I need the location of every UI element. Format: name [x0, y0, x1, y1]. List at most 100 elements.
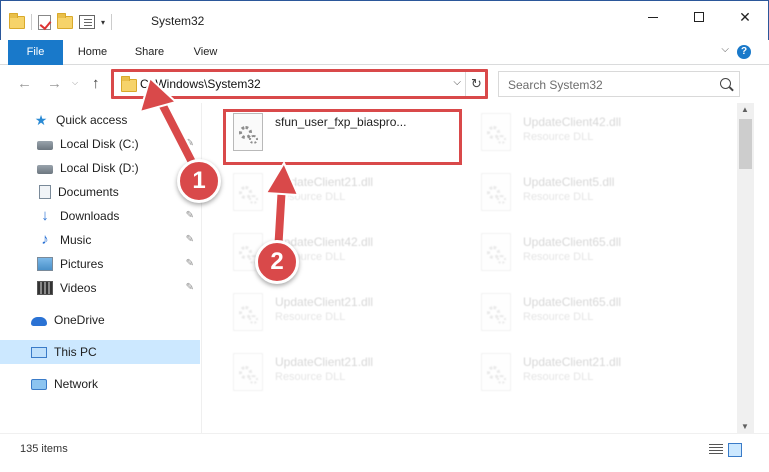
pictures-icon — [37, 257, 53, 271]
step-badge-1: 1 — [177, 159, 221, 203]
file-item[interactable]: UpdateClient42.dll Resource DLL — [473, 109, 713, 159]
help-icon[interactable]: ? — [737, 45, 751, 59]
file-item[interactable]: UpdateClient21.dll Resource DLL — [225, 289, 465, 339]
large-icons-view-icon[interactable] — [728, 443, 742, 457]
properties-icon[interactable] — [79, 15, 95, 29]
videos-icon — [37, 281, 53, 295]
address-dropdown-icon[interactable]: ⌵ — [453, 77, 461, 88]
sidebar-item-label: Quick access — [56, 113, 128, 127]
toolbar-separator — [31, 14, 32, 30]
forward-arrow-icon[interactable]: → — [47, 75, 62, 92]
file-type: Resource DLL — [523, 311, 594, 323]
music-icon: ♪ — [41, 231, 49, 248]
file-item[interactable]: UpdateClient5.dll Resource DLL — [473, 169, 713, 219]
star-icon: ★ — [34, 112, 48, 128]
file-name: UpdateClient65.dll — [523, 235, 622, 249]
vertical-scrollbar[interactable]: ▲ ▼ — [737, 103, 754, 433]
sidebar-item-label: Documents — [58, 185, 119, 199]
expand-ribbon-icon[interactable]: ⌵ — [721, 44, 729, 55]
file-name: UpdateClient21.dll — [275, 295, 374, 309]
address-path[interactable]: C:\Windows\System32 — [140, 77, 261, 91]
sidebar-item-label: Local Disk (D:) — [60, 161, 139, 175]
documents-icon — [39, 185, 51, 199]
toolbar-separator — [111, 14, 113, 30]
scroll-down-icon[interactable]: ▼ — [741, 422, 749, 431]
file-item[interactable]: UpdateClient21.dll Resource DLL — [225, 169, 465, 219]
pin-icon[interactable]: ✎ — [186, 138, 194, 149]
dll-file-icon — [477, 293, 515, 333]
sidebar-item-videos[interactable]: Videos ✎ — [0, 276, 200, 300]
pin-icon[interactable]: ✎ — [186, 210, 194, 221]
network-icon — [31, 378, 47, 390]
sidebar-item-local-disk-c[interactable]: Local Disk (C:) ✎ — [0, 132, 200, 156]
back-arrow-icon[interactable]: ← — [17, 75, 32, 92]
qat-dropdown-icon[interactable]: ▾ — [101, 18, 105, 27]
tab-file[interactable]: File — [8, 40, 63, 65]
file-type: Resource DLL — [523, 251, 594, 263]
ribbon-tabs: File Home Share View ⌵ ? — [0, 40, 769, 65]
file-item[interactable]: UpdateClient65.dll Resource DLL — [473, 229, 713, 279]
dll-file-icon — [477, 233, 515, 273]
title-bar: ▾ System32 ✕ — [0, 0, 769, 40]
maximize-icon — [694, 12, 704, 22]
tab-view[interactable]: View — [183, 40, 228, 65]
sidebar-item-downloads[interactable]: ↓ Downloads ✎ — [0, 204, 200, 228]
pin-icon[interactable]: ✎ — [186, 234, 194, 245]
dll-file-icon — [229, 293, 267, 333]
file-type: Resource DLL — [523, 131, 594, 143]
close-button[interactable]: ✕ — [722, 1, 768, 33]
sidebar-item-label: Videos — [60, 281, 97, 295]
maximize-button[interactable] — [676, 1, 722, 33]
file-type: Resource DLL — [275, 311, 346, 323]
recent-locations-icon[interactable]: ⌵ — [72, 78, 78, 88]
navigation-bar: ← → ⌵ ↑ C:\Windows\System32 ⌵ ↻ Search S… — [0, 66, 769, 102]
properties-check-icon[interactable] — [38, 14, 51, 30]
dll-file-icon — [229, 113, 267, 153]
address-bar[interactable]: C:\Windows\System32 ⌵ ↻ — [113, 71, 488, 97]
file-name: UpdateClient65.dll — [523, 295, 622, 309]
file-type: Resource DLL — [275, 191, 346, 203]
file-name: UpdateClient5.dll — [523, 175, 615, 189]
details-view-icon[interactable] — [709, 444, 723, 456]
up-arrow-icon[interactable]: ↑ — [92, 75, 100, 92]
folder-icon — [121, 76, 137, 92]
pin-icon[interactable]: ✎ — [186, 282, 194, 293]
sidebar-item-label: Network — [54, 377, 99, 391]
sidebar-item-documents[interactable]: Documents ✎ — [0, 180, 200, 204]
pin-icon[interactable]: ✎ — [186, 258, 194, 269]
folder-icon[interactable] — [9, 12, 25, 29]
sidebar-item-network[interactable]: Network — [0, 372, 200, 396]
quick-access-toolbar: ▾ — [9, 12, 113, 30]
file-name: UpdateClient21.dll — [523, 355, 622, 369]
sidebar-item-this-pc[interactable]: This PC — [0, 340, 200, 364]
sidebar-item-label: Pictures — [60, 257, 104, 271]
sidebar-item-label: This PC — [54, 345, 97, 359]
scrollbar-thumb[interactable] — [739, 119, 752, 169]
search-box[interactable]: Search System32 — [498, 71, 740, 97]
sidebar-item-onedrive[interactable]: OneDrive — [0, 308, 200, 332]
tab-home[interactable]: Home — [70, 40, 115, 65]
dll-file-icon — [229, 173, 267, 213]
search-input[interactable]: Search System32 — [508, 78, 603, 92]
disk-icon — [37, 141, 53, 150]
item-count: 135 items — [20, 443, 68, 455]
sidebar-item-pictures[interactable]: Pictures ✎ — [0, 252, 200, 276]
file-item[interactable]: UpdateClient65.dll Resource DLL — [473, 289, 713, 339]
dll-file-icon — [477, 353, 515, 393]
minimize-button[interactable] — [630, 1, 676, 33]
dll-file-icon — [477, 173, 515, 213]
file-item-sfun-user-fxp[interactable]: sfun_user_fxp_biaspro... — [225, 109, 465, 159]
file-name: UpdateClient21.dll — [275, 175, 374, 189]
file-item[interactable]: UpdateClient21.dll Resource DLL — [225, 349, 465, 399]
step-badge-2: 2 — [255, 240, 299, 284]
sidebar-item-music[interactable]: ♪ Music ✎ — [0, 228, 200, 252]
scroll-up-icon[interactable]: ▲ — [741, 105, 749, 114]
tab-share[interactable]: Share — [127, 40, 172, 65]
sidebar-item-quick-access[interactable]: ★ Quick access — [0, 108, 200, 132]
file-item[interactable]: UpdateClient21.dll Resource DLL — [473, 349, 713, 399]
search-icon[interactable] — [720, 78, 731, 89]
refresh-icon[interactable]: ↻ — [465, 72, 487, 96]
sidebar-item-label: OneDrive — [54, 313, 105, 327]
sidebar-item-local-disk-d[interactable]: Local Disk (D:) — [0, 156, 200, 180]
new-folder-icon[interactable] — [57, 12, 73, 29]
